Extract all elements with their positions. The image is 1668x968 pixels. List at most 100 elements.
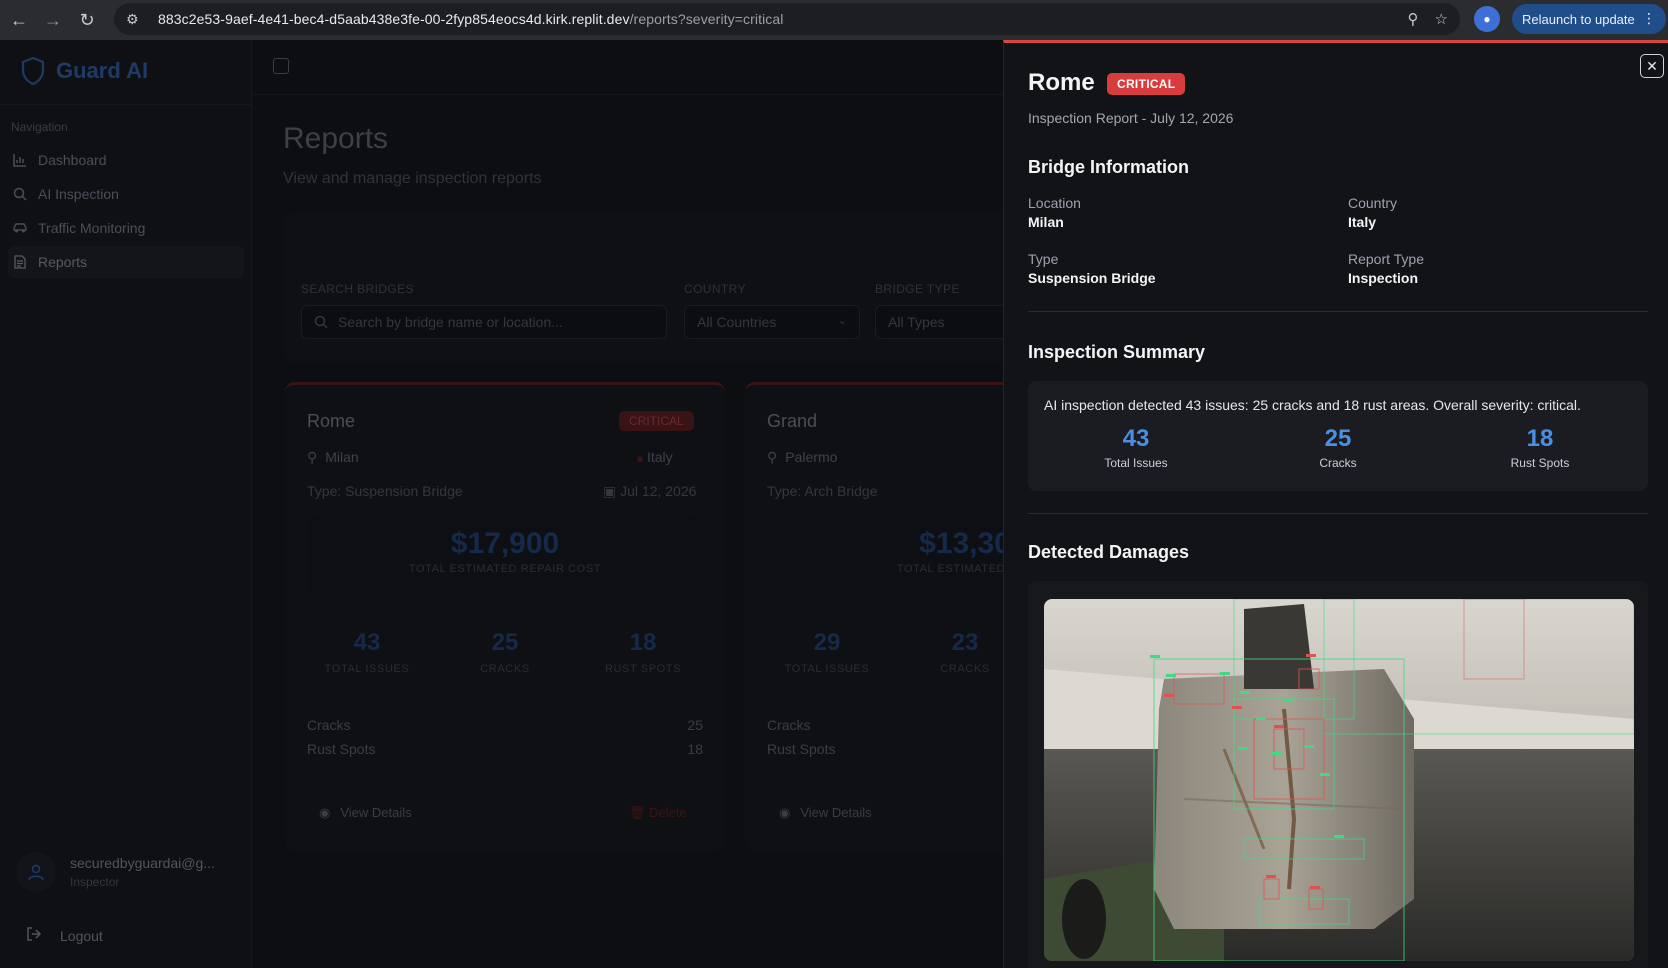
detail-row: Cracks 25 bbox=[307, 717, 703, 733]
view-details-button[interactable]: ◉ View Details bbox=[779, 805, 872, 821]
card-date: ▣ Jul 12, 2026 bbox=[603, 483, 697, 499]
bridge-info-heading: Bridge Information bbox=[1028, 157, 1189, 177]
sidebar-toggle-icon[interactable] bbox=[273, 58, 289, 74]
type-label: Type bbox=[1028, 251, 1059, 267]
detected-damages-heading: Detected Damages bbox=[1028, 542, 1190, 562]
location-value: Milan bbox=[1028, 214, 1064, 230]
summary-stat-total: 43 Total Issues bbox=[1104, 425, 1168, 470]
bridge-type-label: BRIDGE TYPE bbox=[875, 282, 960, 296]
card-bridge-name: Rome bbox=[307, 411, 356, 431]
stat-rust-spots: 18 RUST SPOTS bbox=[604, 629, 682, 675]
file-icon bbox=[12, 254, 28, 270]
calendar-icon: ▣ bbox=[603, 483, 617, 499]
type-value: Suspension Bridge bbox=[1028, 270, 1156, 286]
total-cost: $17,900 bbox=[450, 527, 560, 560]
stat-cracks: 25 CRACKS bbox=[480, 629, 530, 675]
damage-image-panel bbox=[1028, 581, 1648, 968]
sidebar-item-label: Reports bbox=[38, 254, 88, 270]
brand-name: Guard AI bbox=[56, 58, 149, 83]
report-detail-drawer: ✕ Rome CRITICAL Inspection Report - July… bbox=[1003, 40, 1668, 968]
sidebar-item-traffic-monitoring[interactable]: Traffic Monitoring bbox=[8, 212, 244, 244]
back-icon[interactable]: ← bbox=[2, 4, 36, 36]
summary-box: AI inspection detected 43 issues: 25 cra… bbox=[1028, 381, 1648, 491]
sidebar-item-label: Traffic Monitoring bbox=[38, 220, 146, 236]
logout-button[interactable]: Logout bbox=[26, 926, 103, 945]
flag-icon: ■ bbox=[637, 454, 644, 465]
delete-button[interactable]: 🗑 Delete bbox=[629, 805, 687, 821]
country-label: Country bbox=[1348, 195, 1398, 211]
user-profile[interactable]: securedbyguardai@g... Inspector bbox=[16, 852, 215, 892]
profile-avatar[interactable]: ● bbox=[1474, 6, 1500, 32]
eye-icon: ◉ bbox=[779, 805, 791, 820]
shield-icon bbox=[21, 56, 45, 86]
country-label: COUNTRY bbox=[684, 282, 746, 296]
search-label: SEARCH BRIDGES bbox=[301, 282, 414, 296]
card-type: Type: Arch Bridge bbox=[767, 483, 878, 499]
close-icon[interactable]: ✕ bbox=[1640, 54, 1664, 78]
section-divider bbox=[1028, 513, 1648, 514]
reload-icon[interactable]: ↻ bbox=[70, 4, 104, 36]
user-avatar-icon bbox=[16, 852, 56, 892]
sidebar: Guard AI Navigation Dashboard AI Inspect… bbox=[0, 40, 252, 968]
key-icon[interactable]: ⚲ bbox=[1408, 10, 1419, 28]
menu-dots-icon[interactable]: ⋮ bbox=[1642, 10, 1656, 27]
section-divider bbox=[1028, 311, 1648, 312]
report-type-value: Inspection bbox=[1348, 270, 1419, 286]
cost-summary: $17,900 TOTAL ESTIMATED REPAIR COST bbox=[307, 517, 703, 597]
logout-icon bbox=[26, 926, 42, 945]
damage-detection-image[interactable] bbox=[1044, 599, 1634, 961]
sidebar-item-ai-inspection[interactable]: AI Inspection bbox=[8, 178, 244, 210]
forward-icon[interactable]: → bbox=[36, 4, 70, 36]
url-text: 883c2e53-9aef-4e41-bec4-d5aab438e3fe-00-… bbox=[158, 11, 784, 27]
report-type-label: Report Type bbox=[1348, 251, 1425, 267]
car-icon bbox=[12, 220, 28, 236]
country-select[interactable]: All Countries ⌄ bbox=[684, 305, 860, 339]
sidebar-item-label: AI Inspection bbox=[38, 186, 119, 202]
page-subtitle: View and manage inspection reports bbox=[283, 170, 542, 187]
eye-icon: ◉ bbox=[319, 805, 331, 820]
map-pin-icon: ⚲ bbox=[767, 449, 778, 465]
sidebar-divider bbox=[0, 104, 252, 105]
sidebar-item-reports[interactable]: Reports bbox=[8, 246, 244, 278]
star-icon[interactable]: ☆ bbox=[1435, 10, 1448, 28]
summary-text: AI inspection detected 43 issues: 25 cra… bbox=[1044, 397, 1581, 413]
bar-chart-icon bbox=[12, 152, 28, 168]
map-pin-icon: ⚲ bbox=[307, 449, 318, 465]
search-input[interactable]: Search by bridge name or location... bbox=[301, 305, 667, 339]
sidebar-item-label: Dashboard bbox=[38, 152, 107, 168]
card-location: ⚲ Palermo bbox=[767, 449, 838, 465]
card-location: ⚲ Milan bbox=[307, 449, 359, 465]
card-type: Type: Suspension Bridge bbox=[307, 483, 463, 499]
search-icon bbox=[314, 315, 328, 332]
summary-stat-rust: 18 Rust Spots bbox=[1510, 425, 1570, 470]
drawer-title: Rome bbox=[1028, 69, 1095, 96]
brand-logo[interactable]: Guard AI bbox=[20, 56, 148, 86]
address-bar[interactable]: ⚙ 883c2e53-9aef-4e41-bec4-d5aab438e3fe-0… bbox=[114, 3, 1460, 35]
view-details-button[interactable]: ◉ View Details bbox=[319, 805, 412, 821]
summary-stat-cracks: 25 Cracks bbox=[1319, 425, 1357, 470]
user-role: Inspector bbox=[70, 875, 120, 889]
browser-toolbar: ← → ↻ ⚙ 883c2e53-9aef-4e41-bec4-d5aab438… bbox=[0, 0, 1668, 40]
card-country: ■ Italy bbox=[637, 449, 673, 465]
chevron-down-icon: ⌄ bbox=[837, 315, 847, 327]
stat-total-issues: 43 TOTAL ISSUES bbox=[324, 629, 410, 675]
page-title: Reports bbox=[283, 122, 389, 155]
inspection-summary-heading: Inspection Summary bbox=[1028, 342, 1206, 362]
drawer-subtitle: Inspection Report - July 12, 2026 bbox=[1028, 110, 1234, 126]
search-icon bbox=[12, 186, 28, 202]
trash-icon: 🗑 bbox=[629, 805, 646, 820]
card-bridge-name: Grand bbox=[767, 411, 818, 431]
detail-row: Rust Spots 18 bbox=[307, 741, 703, 757]
site-settings-icon[interactable]: ⚙ bbox=[126, 11, 148, 28]
severity-badge: CRITICAL bbox=[1107, 73, 1186, 95]
stat-total-issues: 29 TOTAL ISSUES bbox=[784, 629, 870, 675]
user-email: securedbyguardai@g... bbox=[70, 855, 215, 871]
total-cost-label: TOTAL ESTIMATED REPAIR COST bbox=[408, 563, 602, 575]
status-badge: CRITICAL bbox=[619, 411, 694, 431]
country-value: Italy bbox=[1348, 214, 1377, 230]
nav-section-label: Navigation bbox=[11, 120, 68, 134]
location-label: Location bbox=[1028, 195, 1081, 211]
relaunch-button[interactable]: Relaunch to update ⋮ bbox=[1512, 4, 1666, 34]
report-card[interactable]: Rome CRITICAL ⚲ Milan ■ Italy Type: Suspe… bbox=[285, 382, 725, 852]
sidebar-item-dashboard[interactable]: Dashboard bbox=[8, 144, 244, 176]
